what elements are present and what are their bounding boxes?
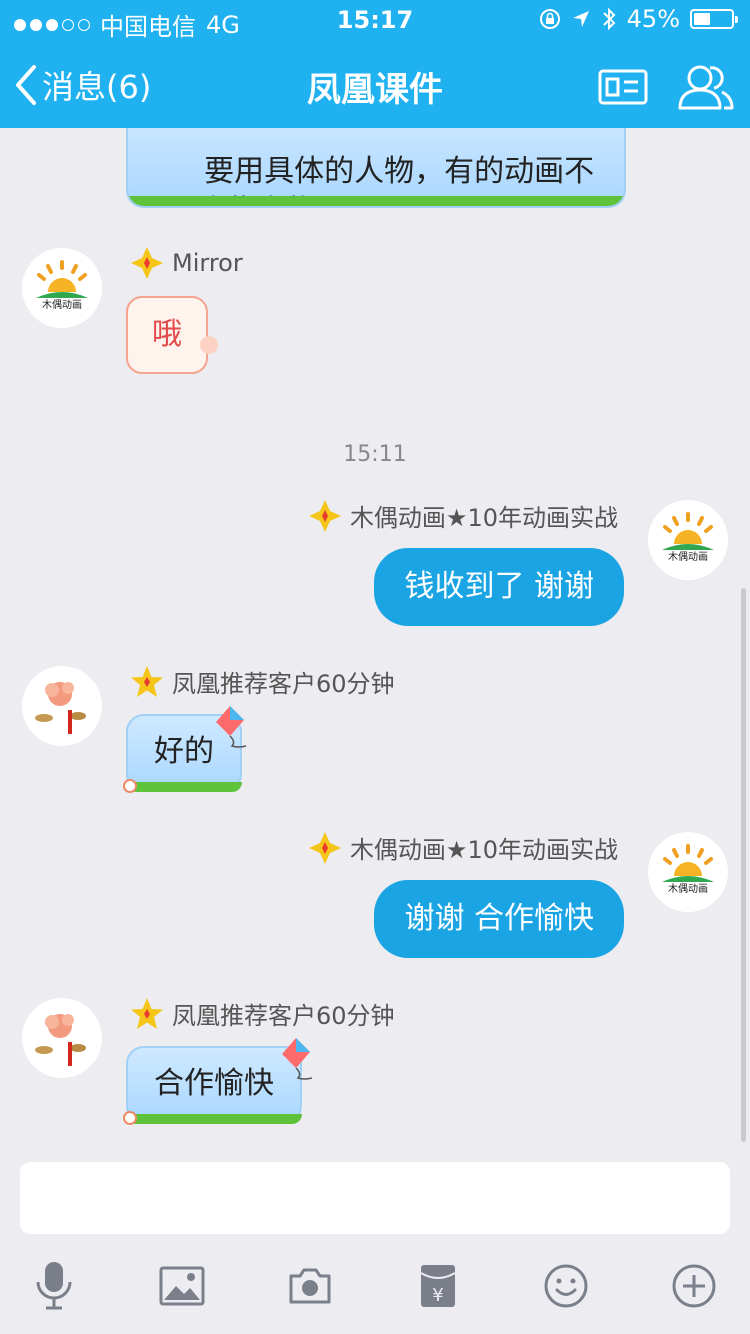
shell-decoration-icon [200,336,218,354]
microphone-button[interactable] [24,1256,84,1316]
group-card-icon[interactable] [598,67,648,107]
message-timestamp: 15:11 [343,442,407,467]
group-members-icon[interactable] [678,62,734,112]
emoji-icon [544,1264,588,1308]
camera-button[interactable] [280,1256,340,1316]
member-badge-icon [308,831,341,864]
emoji-button[interactable] [536,1256,596,1316]
message-text: 谢谢 合作愉快 [404,901,594,936]
svg-text:¥: ¥ [432,1285,443,1306]
sender-row: 木偶动画★10年动画实战 [308,830,618,865]
red-packet-icon: ¥ [420,1265,456,1307]
avatar-self[interactable]: 木偶动画 [648,832,728,912]
image-icon [159,1266,205,1306]
message-input-box[interactable] [20,1162,730,1234]
logo-avatar-icon: 木偶动画 [22,248,102,328]
flower-avatar-icon [22,998,102,1078]
scrollbar[interactable] [741,588,746,1142]
location-icon [572,11,589,27]
camera-icon [289,1268,331,1304]
member-badge-icon [308,499,341,532]
logo-avatar-icon: 木偶动画 [648,500,728,580]
pin-decoration-icon [123,779,137,793]
avatar-fenghuang[interactable] [22,998,102,1078]
sender-name: 凤凰推荐客户60分钟 [172,670,395,698]
battery-icon [690,9,738,29]
svg-text:木偶动画: 木偶动画 [668,882,708,895]
microphone-icon [36,1262,72,1310]
image-button[interactable] [152,1256,212,1316]
sender-row: 木偶动画★10年动画实战 [308,498,618,533]
kite-decoration-icon [282,1038,313,1080]
sender-row: 凤凰推荐客户60分钟 [130,996,395,1031]
logo-avatar-icon: 木偶动画 [648,832,728,912]
sender-row: Mirror [130,246,243,280]
message-bubble[interactable]: 哦 [126,296,208,374]
message-text: 哦 [152,317,182,352]
message-bubble-self[interactable]: 谢谢 合作愉快 [374,880,624,958]
sender-row: 凤凰推荐客户60分钟 [130,664,395,699]
bluetooth-icon [602,7,616,31]
nav-bar: 消息(6) 凤凰课件 [0,42,750,128]
member-badge-icon [131,247,163,279]
plus-icon [672,1264,716,1308]
battery-percent: 45% [626,5,680,33]
star-badge-icon [131,665,163,697]
sender-name: 木偶动画★10年动画实战 [349,504,618,532]
sender-name: Mirror [172,249,243,277]
input-toolbar: ¥ [0,1246,750,1334]
message-text: 好的 [154,734,214,769]
kite-decoration-icon [216,706,247,748]
orientation-lock-icon [539,9,560,29]
svg-text:木偶动画: 木偶动画 [42,298,82,311]
message-bubble-partial: 要用具体的人物，有的动画不 用这些人物 [126,128,626,208]
avatar-mirror[interactable]: 木偶动画 [22,248,102,328]
chat-area[interactable]: 要用具体的人物，有的动画不 用这些人物 木偶动画 Mirror 哦 15:11 [0,128,750,1152]
avatar-fenghuang[interactable] [22,666,102,746]
pin-decoration-icon [123,1111,137,1125]
svg-text:木偶动画: 木偶动画 [668,550,708,563]
star-badge-icon [131,997,163,1029]
status-bar: 中国电信 4G 15:17 45% [0,0,750,42]
red-packet-button[interactable]: ¥ [408,1256,468,1316]
avatar-self[interactable]: 木偶动画 [648,500,728,580]
message-text: 合作愉快 [154,1066,274,1101]
message-bubble-self[interactable]: 钱收到了 谢谢 [374,548,624,626]
sender-name: 木偶动画★10年动画实战 [349,836,618,864]
message-text: 钱收到了 谢谢 [404,569,594,604]
flower-avatar-icon [22,666,102,746]
sender-name: 凤凰推荐客户60分钟 [172,1002,395,1030]
more-button[interactable] [664,1256,724,1316]
